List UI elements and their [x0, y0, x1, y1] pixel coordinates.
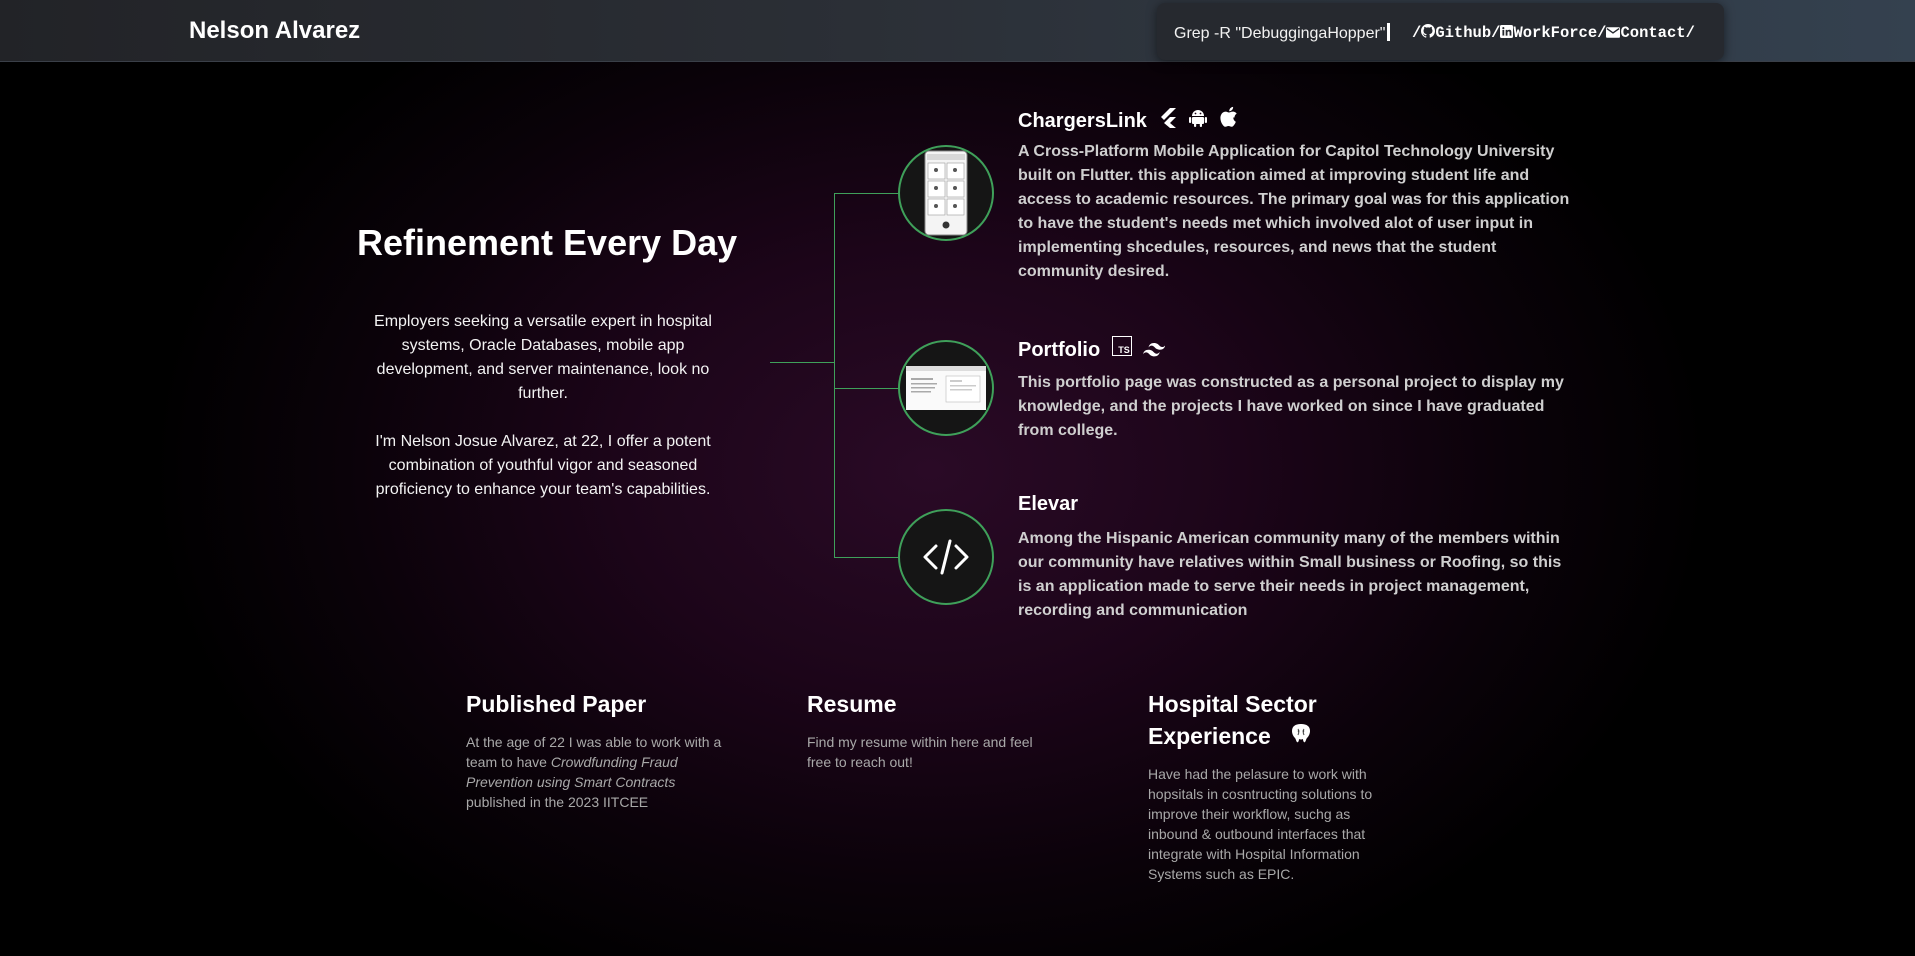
published-paper-title: Published Paper — [466, 691, 647, 717]
command-label: Grep -R "DebuggingaHopper" — [1174, 25, 1386, 42]
nav-workforce-link[interactable]: WorkForce — [1500, 24, 1597, 42]
code-icon — [923, 539, 969, 575]
timeline-branch — [834, 557, 900, 558]
chargerslink-thumbnail[interactable] — [898, 145, 994, 241]
timeline-branch — [834, 388, 900, 389]
mail-icon — [1606, 27, 1621, 38]
elevar-thumbnail[interactable] — [898, 509, 994, 605]
command-bar: Grep -R "DebuggingaHopper" / Github / WorkF… — [1157, 3, 1724, 60]
timeline-connector — [770, 362, 835, 363]
android-icon — [1188, 108, 1208, 134]
hero-about-paragraph: I'm Nelson Josue Alvarez, at 22, I offer… — [375, 433, 711, 498]
hero-intro-paragraph: Employers seeking a versatile expert in … — [374, 313, 712, 402]
linkedin-icon — [1500, 25, 1514, 38]
project-title-text: Portfolio — [1018, 339, 1101, 361]
github-icon — [1421, 24, 1436, 38]
project-description-portfolio: This portfolio page was constructed as a… — [1018, 374, 1564, 439]
phone-screenshot-icon — [924, 150, 968, 236]
project-title-portfolio: Portfolio TS — [1018, 336, 1166, 363]
hospital-experience-text: Have had the pelasure to work with hopsi… — [1148, 766, 1373, 882]
command-text: Grep -R "DebuggingaHopper" — [1174, 23, 1400, 43]
nav-separator: / — [1685, 24, 1695, 42]
nav-links: / Github/WorkForce/Contact/ — [1412, 24, 1695, 42]
hospital-title-line1: Hospital Sector — [1148, 691, 1317, 717]
hospital-experience-title: Hospital Sector Experience — [1148, 688, 1408, 754]
hospital-title-line2: Experience — [1148, 723, 1271, 749]
nav-contact-link[interactable]: Contact — [1606, 24, 1686, 42]
website-screenshot-icon — [906, 366, 986, 410]
project-title-chargerslink: ChargersLink — [1018, 106, 1240, 134]
tailwind-icon — [1143, 340, 1166, 363]
nav-workforce-label: WorkForce — [1513, 24, 1598, 42]
published-paper-text: At the age of 22 I was able to work with… — [466, 732, 734, 812]
resume-text: Find my resume within here and feel free… — [807, 734, 1033, 770]
nav-contact-label: Contact — [1620, 24, 1686, 42]
paper-text-outro: published in the 2023 IITCEE — [466, 794, 649, 810]
brand-name[interactable]: Nelson Alvarez — [189, 17, 360, 45]
nav-separator: / — [1412, 24, 1422, 42]
apple-icon — [1220, 106, 1240, 134]
nav-github-label: Github — [1435, 24, 1492, 42]
project-description-chargerslink: A Cross-Platform Mobile Application for … — [1018, 143, 1570, 280]
timeline-branch — [834, 193, 900, 194]
project-title-elevar: Elevar — [1018, 493, 1079, 515]
project-description-elevar: Among the Hispanic American community ma… — [1018, 530, 1562, 619]
postgresql-icon — [1289, 722, 1313, 754]
typescript-badge-text: TS — [1118, 345, 1130, 355]
timeline-spine — [834, 193, 835, 558]
flutter-icon — [1159, 108, 1177, 134]
hero-title: Refinement Every Day — [357, 222, 738, 263]
typescript-icon: TS — [1111, 336, 1132, 356]
project-title-text: ChargersLink — [1018, 110, 1147, 132]
resume-title[interactable]: Resume — [807, 688, 896, 720]
portfolio-thumbnail[interactable] — [898, 340, 994, 436]
top-header: Nelson Alvarez Grep -R "DebuggingaHopper… — [0, 0, 1915, 61]
text-cursor — [1387, 23, 1391, 41]
nav-github-link[interactable]: Github — [1421, 24, 1491, 42]
